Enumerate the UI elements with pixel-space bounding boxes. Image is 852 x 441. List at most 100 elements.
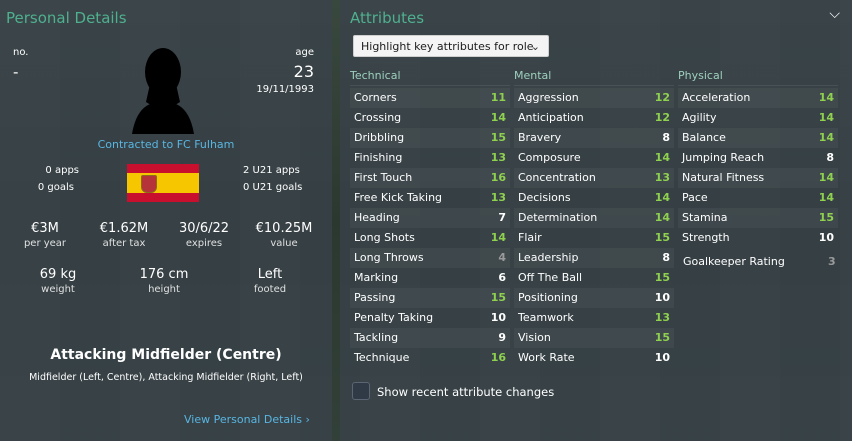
attribute-value: 13 [490,151,506,164]
physical-attribute-row[interactable]: Stamina 15 [678,208,838,228]
physical-attribute-row[interactable]: Jumping Reach 8 [678,148,838,168]
physical-attribute-row[interactable]: Acceleration 14 [678,88,838,108]
physical-attribute-row[interactable]: Balance 14 [678,128,838,148]
mental-attribute-row[interactable]: Flair 15 [514,228,674,248]
contract-club-link[interactable]: Contracted to FC Fulham [0,138,332,151]
physical-attribute-row[interactable]: Agility 14 [678,108,838,128]
attribute-name: Leadership [518,251,579,264]
attribute-value: 10 [654,291,670,304]
technical-attribute-row[interactable]: Heading 7 [350,208,510,228]
mental-attribute-row[interactable]: Composure 14 [514,148,674,168]
attribute-name: Agility [682,111,717,124]
footed-stat: Left footed [230,267,310,295]
dropdown-chevron-icon: ⌄ [530,40,540,53]
mental-attribute-row[interactable]: Teamwork 13 [514,308,674,328]
attribute-value: 12 [654,111,670,124]
contract-expires-stat: 30/6/22 expires [164,221,244,249]
technical-attribute-row[interactable]: Tackling 9 [350,328,510,348]
physical-attribute-row[interactable]: Strength 10 [678,228,838,248]
technical-attribute-row[interactable]: First Touch 16 [350,168,510,188]
attribute-name: Concentration [518,171,596,184]
goalkeeper-rating-label: Goalkeeper Rating [683,255,785,268]
attribute-value: 15 [654,271,670,284]
mental-attribute-row[interactable]: Work Rate 10 [514,348,674,368]
physical-attributes-list: Acceleration 14 Agility 14 Balance 14 Jumping … [678,88,838,248]
attribute-value: 15 [818,211,834,224]
attribute-value: 10 [490,311,506,324]
attribute-name: Natural Fitness [682,171,765,184]
attribute-value: 14 [654,151,670,164]
attribute-name: Long Shots [354,231,415,244]
technical-attribute-row[interactable]: Marking 6 [350,268,510,288]
attribute-name: Determination [518,211,598,224]
mental-attribute-row[interactable]: Vision 15 [514,328,674,348]
weight-stat: 69 kg weight [18,267,98,295]
mental-attribute-row[interactable]: Leadership 8 [514,248,674,268]
technical-attribute-row[interactable]: Long Throws 4 [350,248,510,268]
technical-attribute-row[interactable]: Passing 15 [350,288,510,308]
attribute-value: 14 [818,171,834,184]
technical-attribute-row[interactable]: Crossing 14 [350,108,510,128]
chevron-right-icon: › [305,413,310,426]
mental-attribute-row[interactable]: Anticipation 12 [514,108,674,128]
technical-attribute-row[interactable]: Free Kick Taking 13 [350,188,510,208]
attribute-value: 13 [654,311,670,324]
show-changes-checkbox[interactable] [352,382,370,400]
attribute-value: 15 [654,231,670,244]
mental-attribute-row[interactable]: Off The Ball 15 [514,268,674,288]
physical-attribute-row[interactable]: Natural Fitness 14 [678,168,838,188]
wage-value: €3M [31,221,59,236]
attribute-name: Vision [518,331,551,344]
attribute-name: Penalty Taking [354,311,434,324]
attribute-value: 16 [490,351,506,364]
mental-attribute-row[interactable]: Determination 14 [514,208,674,228]
attributes-panel: Attributes ⌵ Highlight key attributes fo… [340,0,852,441]
technical-attribute-row[interactable]: Dribbling 15 [350,128,510,148]
technical-attribute-row[interactable]: Corners 11 [350,88,510,108]
mental-attribute-row[interactable]: Aggression 12 [514,88,674,108]
attribute-value: 4 [498,251,506,264]
attribute-value: 14 [818,91,834,104]
personal-details-panel: Personal Details no. - age 23 19/11/1993… [0,0,332,441]
mental-attribute-row[interactable]: Positioning 10 [514,288,674,308]
date-of-birth: 19/11/1993 [256,84,314,95]
highlight-role-dropdown[interactable]: Highlight key attributes for role ⌄ [353,35,549,57]
mental-attributes-list: Aggression 12 Anticipation 12 Bravery 8 Compos… [514,88,674,368]
highlight-role-dropdown-label: Highlight key attributes for role [361,40,534,53]
attribute-name: Finishing [354,151,403,164]
contract-expires-value: 30/6/22 [178,221,230,236]
mental-attribute-row[interactable]: Decisions 14 [514,188,674,208]
attribute-value: 7 [498,211,506,224]
attribute-name: Acceleration [682,91,751,104]
technical-attribute-row[interactable]: Finishing 13 [350,148,510,168]
spain-flag-icon [127,164,199,202]
attribute-name: Work Rate [518,351,575,364]
technical-attributes-list: Corners 11 Crossing 14 Dribbling 15 Finishing 1… [350,88,510,368]
technical-attribute-row[interactable]: Long Shots 14 [350,228,510,248]
attribute-name: Stamina [682,211,728,224]
player-value-stat: €10.25M value [244,221,324,249]
attribute-value: 15 [654,331,670,344]
attribute-value: 14 [654,191,670,204]
attribute-value: 14 [818,191,834,204]
technical-attribute-row[interactable]: Technique 16 [350,348,510,368]
weight-value: 69 kg [39,267,77,282]
mental-attribute-row[interactable]: Bravery 8 [514,128,674,148]
attribute-value: 10 [818,231,834,244]
attribute-name: Jumping Reach [682,151,765,164]
chevron-down-icon[interactable]: ⌵ [829,6,840,22]
u21-apps-count: 2 U21 apps [243,165,300,176]
height-value: 176 cm [139,267,189,282]
after-tax-label: after tax [102,238,146,249]
wage-label: per year [23,238,67,249]
mental-attribute-row[interactable]: Concentration 13 [514,168,674,188]
technical-attribute-row[interactable]: Penalty Taking 10 [350,308,510,328]
physical-attribute-row[interactable]: Pace 14 [678,188,838,208]
technical-header: Technical [350,69,510,86]
attribute-value: 12 [654,91,670,104]
attribute-value: 14 [818,131,834,144]
goalkeeper-rating-value: 3 [828,255,836,268]
attribute-value: 9 [498,331,506,344]
u21-goals-count: 0 U21 goals [243,182,303,193]
view-personal-details-link[interactable]: View Personal Details › [184,413,310,426]
